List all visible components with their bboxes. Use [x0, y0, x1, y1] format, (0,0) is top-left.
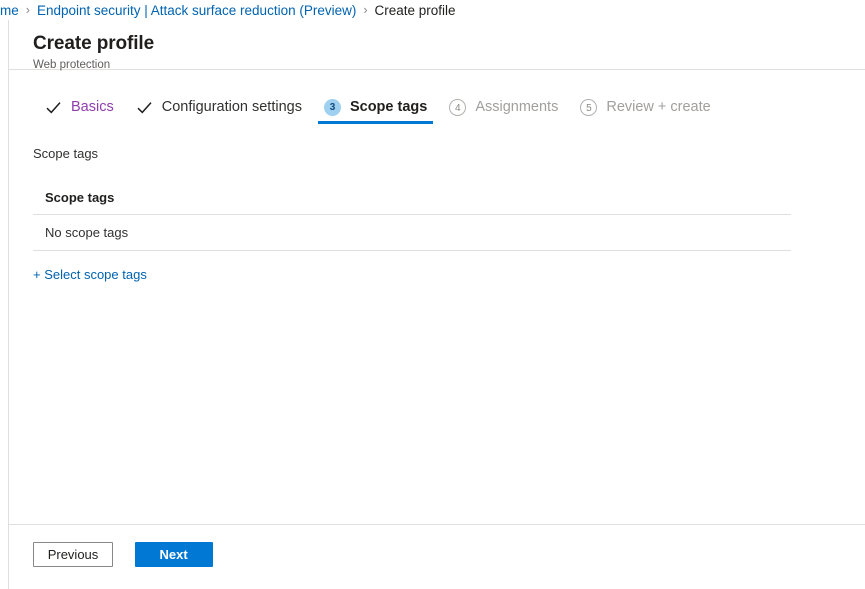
- wizard-step-badge-4: 4: [449, 98, 467, 116]
- breadcrumb-separator-icon: ›: [363, 3, 368, 17]
- breadcrumb-separator-icon: ›: [25, 3, 30, 17]
- breadcrumb-endpoint-security[interactable]: Endpoint security | Attack surface reduc…: [37, 3, 356, 18]
- wizard-step-badge-3: 3: [323, 98, 341, 116]
- wizard-step-label-assignments: Assignments: [475, 99, 559, 115]
- wizard-steps: Basics Configuration settings 3 Scope ta…: [9, 90, 865, 124]
- scope-tags-pane: Scope tags Scope tags No scope tags + Se…: [9, 124, 865, 282]
- table-column-header-scope-tags: Scope tags: [33, 190, 791, 215]
- section-label-scope-tags: Scope tags: [33, 146, 99, 161]
- wizard-step-assignments: 4 Assignments: [443, 90, 564, 124]
- table-row: No scope tags: [33, 215, 791, 251]
- page-subtitle: Web protection: [33, 59, 111, 71]
- previous-button[interactable]: Previous: [33, 542, 113, 567]
- wizard-step-review-create: 5 Review + create: [574, 90, 716, 124]
- breadcrumb-home[interactable]: me: [0, 3, 19, 18]
- wizard-step-label-basics: Basics: [71, 99, 114, 115]
- wizard-step-basics[interactable]: Basics: [39, 90, 120, 124]
- page-title: Create profile: [33, 33, 155, 54]
- check-icon: [46, 101, 61, 113]
- next-button[interactable]: Next: [134, 542, 213, 567]
- wizard-step-label-scope-tags: Scope tags: [349, 99, 428, 115]
- wizard-step-badge-5: 5: [580, 98, 598, 116]
- breadcrumb: me › Endpoint security | Attack surface …: [0, 0, 865, 20]
- wizard-step-scope-tags[interactable]: 3 Scope tags: [317, 90, 434, 124]
- create-profile-blade: Create profile Web protection Basics Con…: [8, 20, 865, 589]
- select-scope-tags-link[interactable]: + Select scope tags: [33, 267, 147, 282]
- wizard-step-configuration-settings[interactable]: Configuration settings: [130, 90, 308, 124]
- breadcrumb-create-profile: Create profile: [374, 2, 456, 18]
- wizard-step-label-configuration-settings: Configuration settings: [161, 99, 302, 115]
- check-icon: [137, 101, 152, 113]
- blade-footer: Previous Next: [9, 524, 865, 589]
- blade-header: Create profile Web protection: [9, 20, 865, 71]
- wizard-step-label-review-create: Review + create: [606, 99, 711, 115]
- scope-tags-table: Scope tags No scope tags: [33, 190, 791, 251]
